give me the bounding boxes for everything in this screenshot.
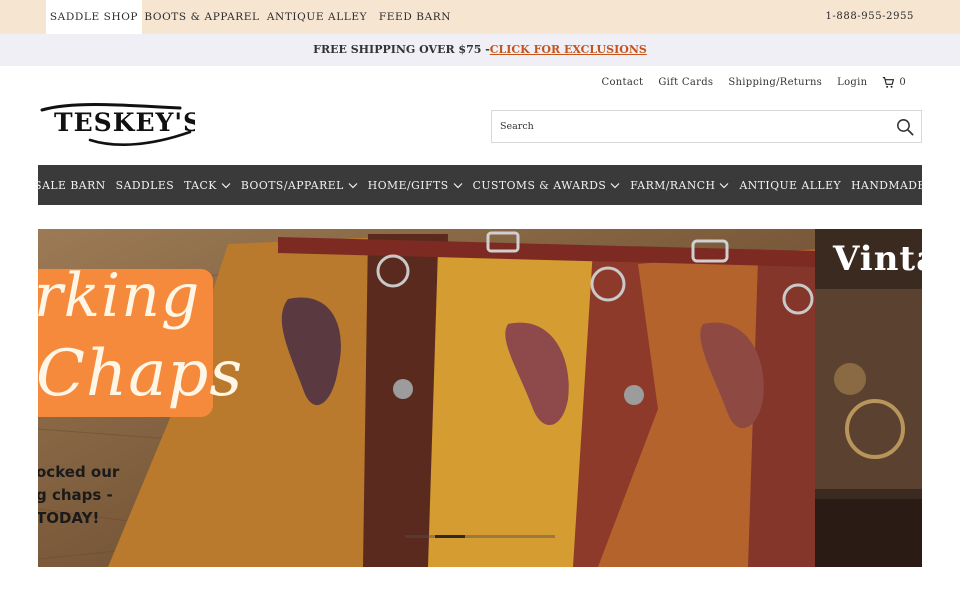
hero-slide-vintage-image[interactable]: [815, 229, 922, 567]
shipping-returns-link[interactable]: Shipping/Returns: [728, 77, 822, 88]
search-icon[interactable]: [896, 118, 914, 136]
chevron-down-icon: [610, 182, 620, 188]
slider-dot-active[interactable]: [435, 535, 465, 538]
hero-body-text: ocked our g chaps - TODAY!: [38, 461, 119, 530]
chevron-down-icon: [221, 182, 231, 188]
cart-button[interactable]: 0: [882, 76, 906, 89]
nav-label: BOOTS/APPAREL: [240, 178, 344, 192]
nav-home-gifts[interactable]: HOME/GIFTS: [368, 179, 463, 192]
nav-farm-ranch[interactable]: FARM/RANCH: [630, 179, 729, 192]
contact-link[interactable]: Contact: [602, 77, 644, 88]
hero-body-line: ocked our: [38, 463, 120, 481]
nav-tack[interactable]: TACK: [184, 179, 231, 192]
site-logo[interactable]: TESKEY'S: [40, 100, 201, 150]
nav-saddles[interactable]: SADDLES: [116, 179, 174, 192]
chevron-down-icon: [453, 182, 463, 188]
tab-feed-barn[interactable]: FEED BARN: [372, 0, 458, 34]
slider-dot[interactable]: [405, 535, 435, 538]
tab-saddle-shop[interactable]: SADDLE SHOP: [46, 0, 142, 34]
hero-slider[interactable]: rking Chaps ocked our g chaps - TODAY! V…: [38, 229, 922, 567]
tab-antique-alley[interactable]: ANTIQUE ALLEY: [262, 0, 372, 34]
cart-icon: [883, 76, 895, 88]
slider-dot[interactable]: [495, 535, 525, 538]
logo-wordmark: TESKEY'S: [40, 103, 201, 146]
nav-handmade[interactable]: HANDMADE: [851, 179, 926, 192]
promo-exclusions-link[interactable]: CLICK FOR EXCLUSIONS: [490, 43, 647, 56]
utility-links: Contact Gift Cards Shipping/Returns Logi…: [602, 74, 906, 90]
nav-label: HANDMADE: [851, 178, 926, 192]
hero-body-line: g chaps -: [38, 486, 113, 504]
slider-dot[interactable]: [525, 535, 555, 538]
login-link[interactable]: Login: [837, 77, 867, 88]
hero-title-line2: Chaps: [38, 337, 244, 411]
slider-dot[interactable]: [465, 535, 495, 538]
promo-banner: FREE SHIPPING OVER $75 -CLICK FOR EXCLUS…: [0, 34, 960, 66]
chevron-down-icon: [720, 182, 729, 188]
chevron-down-icon: [348, 182, 358, 188]
nav-label: ANTIQUE ALLEY: [739, 178, 842, 192]
nav-customs-awards[interactable]: CUSTOMS & AWARDS: [473, 179, 621, 192]
nav-sale-barn[interactable]: SALE BARN: [34, 179, 106, 192]
promo-text: FREE SHIPPING OVER $75 -: [313, 43, 490, 56]
search-bar: [491, 110, 922, 143]
hero-title-line1: rking: [38, 261, 201, 331]
phone-number[interactable]: 1-888-955-2955: [825, 0, 914, 34]
gift-cards-link[interactable]: Gift Cards: [658, 77, 713, 88]
nav-label: HOME/GIFTS: [367, 178, 449, 192]
nav-boots-apparel[interactable]: BOOTS/APPAREL: [241, 179, 358, 192]
nav-label: CUSTOMS & AWARDS: [472, 178, 607, 192]
nav-antique-alley[interactable]: ANTIQUE ALLEY: [739, 179, 841, 192]
tab-boots-apparel[interactable]: BOOTS & APPAREL: [142, 0, 262, 34]
cart-count: 0: [899, 76, 906, 88]
hero-body-line: TODAY!: [38, 509, 100, 527]
hero-slide2-title: Vinta: [833, 239, 922, 279]
search-input[interactable]: [492, 111, 882, 142]
nav-label: TACK: [184, 178, 217, 192]
main-navigation: SALE BARN SADDLES TACK BOOTS/APPAREL HOM…: [34, 165, 925, 205]
store-switcher-bar: SADDLE SHOP BOOTS & APPAREL ANTIQUE ALLE…: [0, 0, 960, 34]
nav-label: FARM/RANCH: [630, 178, 716, 192]
svg-text:TESKEY'S: TESKEY'S: [54, 108, 195, 137]
nav-label: SADDLES: [115, 178, 175, 192]
nav-label: SALE BARN: [34, 178, 106, 192]
slider-pagination: [405, 535, 555, 538]
